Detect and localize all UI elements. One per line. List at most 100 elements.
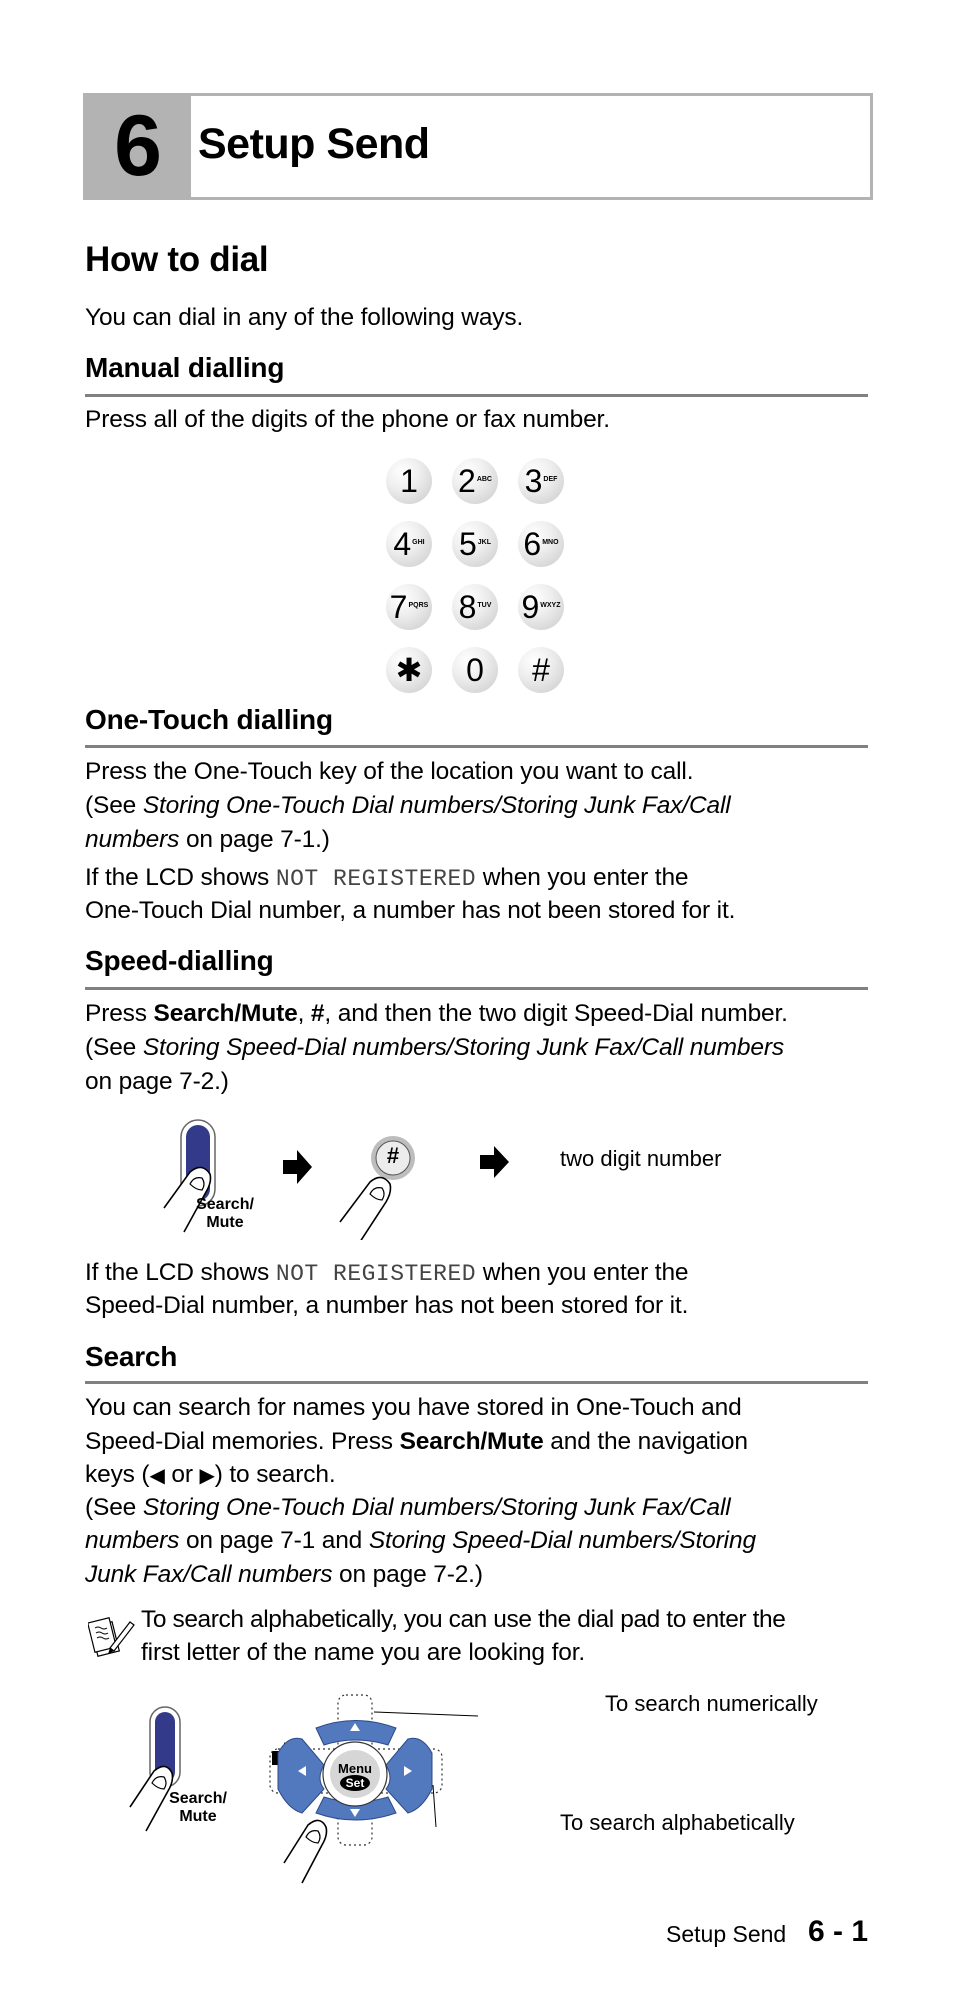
search-mute-key-ref: Search/Mute xyxy=(153,1000,298,1027)
hash-key-label: # xyxy=(386,1143,400,1168)
keypad-digit: 9 xyxy=(521,589,540,625)
lcd-prefix: If the LCD shows xyxy=(85,1259,276,1286)
text: keys ( xyxy=(85,1461,150,1488)
keypad-letters: PQRS xyxy=(408,601,429,609)
text: or xyxy=(164,1461,200,1488)
search-line2: Speed-Dial memories. Press Search/Mute a… xyxy=(85,1425,885,1459)
one-touch-see-cont: numbers on page 7-1.) xyxy=(85,823,885,857)
right-nav-key[interactable] xyxy=(385,1737,433,1814)
keypad-letters: GHI xyxy=(412,538,425,546)
one-touch-see: (See Storing One-Touch Dial numbers/Stor… xyxy=(85,789,885,823)
speed-lcd-line: If the LCD shows NOT REGISTERED when you… xyxy=(85,1256,885,1292)
menu-label: Menu xyxy=(338,1761,372,1776)
one-touch-line1: Press the One-Touch key of the location … xyxy=(85,758,694,785)
leader-line xyxy=(432,1784,437,1828)
text: Speed-Dial memories. Press xyxy=(85,1428,400,1455)
see-prefix: (See xyxy=(85,1034,143,1061)
keypad-key-7[interactable]: 7 PQRS xyxy=(386,584,432,630)
see-reference: Storing One-Touch Dial numbers/Storing J… xyxy=(142,1494,731,1521)
text: and the navigation xyxy=(543,1428,748,1455)
lcd-message: NOT REGISTERED xyxy=(275,866,477,892)
text: Press xyxy=(85,1000,154,1027)
lcd-prefix: If the LCD shows xyxy=(85,864,276,891)
keypad-digit: 4 xyxy=(393,526,412,562)
keypad-key-1[interactable]: 1 xyxy=(386,458,432,504)
keypad-digit: 0 xyxy=(466,652,484,688)
section-title: How to dial xyxy=(85,240,269,279)
see-reference: Storing Speed-Dial numbers/Storing xyxy=(368,1527,756,1554)
footer-chapter-label: Setup Send xyxy=(666,1921,787,1947)
keypad-key-star[interactable]: ✱ xyxy=(386,647,432,693)
one-touch-rule xyxy=(85,745,868,748)
search-mute-label-1: Search/ xyxy=(196,1196,254,1213)
search-rule xyxy=(85,1381,868,1384)
keypad-digit: 1 xyxy=(400,463,418,499)
left-arrow-icon: ◀ xyxy=(149,1465,165,1487)
lcd-message: NOT REGISTERED xyxy=(275,1261,477,1287)
keypad-digit: 2 xyxy=(458,463,476,499)
lcd-suffix: when you enter the xyxy=(476,864,689,891)
search-numerically-label: To search numerically xyxy=(605,1691,818,1716)
text: on page 7-2.) xyxy=(332,1561,483,1588)
search-mute-key-ref: Search/Mute xyxy=(399,1428,544,1455)
footer-page-number: 6 - 1 xyxy=(808,1915,869,1948)
text: , and then the two digit Speed-Dial numb… xyxy=(324,1000,788,1027)
see-reference: numbers xyxy=(85,1527,180,1554)
finger-icon xyxy=(339,1176,392,1240)
keypad-digit: 5 xyxy=(458,526,477,562)
note-line2: first letter of the name you are looking… xyxy=(141,1639,586,1666)
one-touch-lcd-line: If the LCD shows NOT REGISTERED when you… xyxy=(85,861,885,897)
manual-dialling-rule xyxy=(85,394,868,397)
section-intro: You can dial in any of the following way… xyxy=(85,304,524,331)
keypad-digit: ✱ xyxy=(395,652,423,688)
search-line1: You can search for names you have stored… xyxy=(85,1394,742,1421)
speed-lcd-line2: Speed-Dial number, a number has not been… xyxy=(85,1292,689,1319)
keypad-key-9[interactable]: 9 WXYZ xyxy=(518,584,564,630)
keypad-key-3[interactable]: 3 DEF xyxy=(518,458,564,504)
text: on page 7-1 and xyxy=(179,1527,369,1554)
keypad-digit: 7 xyxy=(389,589,408,625)
keypad-key-0[interactable]: 0 xyxy=(452,647,498,693)
hash-key-ref: # xyxy=(310,1000,325,1027)
keypad-key-6[interactable]: 6 MNO xyxy=(518,521,564,567)
keypad-digit: # xyxy=(532,652,550,688)
see-suffix: on page 7-1.) xyxy=(179,826,330,853)
keypad-digit: 6 xyxy=(523,526,542,562)
left-nav-key[interactable] xyxy=(277,1737,325,1814)
keypad-letters: MNO xyxy=(542,538,559,546)
manual-dialling-text: Press all of the digits of the phone or … xyxy=(85,406,610,433)
search-line3: keys (◀ or ▶) to search. xyxy=(85,1458,885,1494)
lcd-suffix: when you enter the xyxy=(476,1259,689,1286)
keypad-letters: DEF xyxy=(543,475,558,483)
speed-dialling-see-cont: on page 7-2.) xyxy=(85,1068,229,1095)
arrow-right-icon xyxy=(283,1150,312,1184)
search-heading: Search xyxy=(85,1341,178,1372)
two-digit-number-label: two digit number xyxy=(560,1146,722,1171)
keypad-key-2[interactable]: 2 ABC xyxy=(452,458,498,504)
search-mute-label-1: Search/ xyxy=(169,1790,227,1807)
search-mute-label-2: Mute xyxy=(206,1214,244,1231)
keypad-key-5[interactable]: 5 JKL xyxy=(452,521,498,567)
see-reference: Storing One-Touch Dial numbers/Storing J… xyxy=(142,792,731,819)
leader-line xyxy=(373,1711,479,1717)
speed-dialling-line1: Press Search/Mute, #, and then the two d… xyxy=(85,997,885,1031)
speed-dialling-see: (See Storing Speed-Dial numbers/Storing … xyxy=(85,1031,885,1065)
right-arrow-icon: ▶ xyxy=(199,1465,215,1487)
keypad-letters: TUV xyxy=(477,601,492,609)
arrow-right-icon xyxy=(480,1146,509,1178)
keypad-key-hash[interactable]: # xyxy=(518,647,564,693)
see-prefix: (See xyxy=(85,1494,143,1521)
one-touch-heading: One-Touch dialling xyxy=(85,704,333,735)
see-prefix: (See xyxy=(85,792,143,819)
up-nav-key[interactable] xyxy=(315,1720,397,1746)
keypad-key-8[interactable]: 8 TUV xyxy=(452,584,498,630)
chapter-title: Setup Send xyxy=(198,120,430,168)
search-see: (See Storing One-Touch Dial numbers/Stor… xyxy=(85,1491,885,1525)
keypad-digit: 3 xyxy=(524,463,543,499)
text: ) to search. xyxy=(214,1461,336,1488)
keypad-letters: ABC xyxy=(476,475,492,483)
finger-icon xyxy=(283,1819,328,1884)
keypad-letters: WXYZ xyxy=(540,601,561,609)
search-see-cont2: Junk Fax/Call numbers on page 7-2.) xyxy=(85,1558,885,1592)
keypad-key-4[interactable]: 4 GHI xyxy=(386,521,432,567)
